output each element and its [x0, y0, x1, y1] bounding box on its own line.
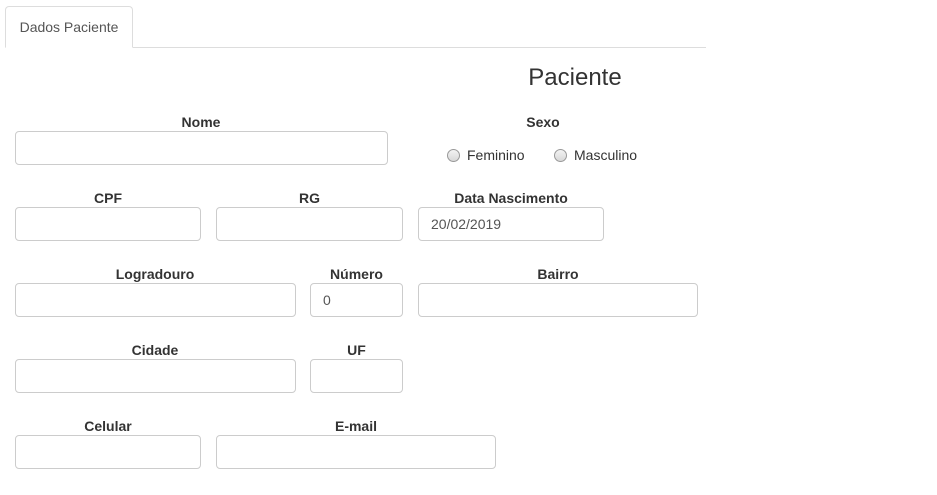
page-title: Paciente — [528, 64, 622, 91]
data-nascimento-label: Data Nascimento — [454, 190, 568, 206]
bairro-label: Bairro — [537, 266, 579, 282]
email-input[interactable] — [216, 435, 496, 469]
cidade-label: Cidade — [131, 342, 179, 358]
logradouro-input[interactable] — [15, 283, 296, 317]
radio-masculino[interactable]: Masculino — [554, 147, 637, 163]
numero-label: Número — [330, 266, 383, 282]
data-nascimento-input[interactable] — [418, 207, 604, 241]
cpf-label: CPF — [94, 190, 122, 206]
email-label: E-mail — [334, 418, 377, 434]
nome-input[interactable] — [15, 131, 388, 165]
celular-label: Celular — [84, 418, 132, 434]
nome-label: Nome — [181, 114, 221, 130]
uf-label: UF — [347, 342, 366, 358]
uf-input[interactable] — [310, 359, 403, 393]
cpf-input[interactable] — [15, 207, 201, 241]
radio-label: Masculino — [574, 147, 638, 163]
celular-input[interactable] — [15, 435, 201, 469]
radio-feminino[interactable]: Feminino — [447, 147, 525, 163]
radio-circle-icon[interactable] — [554, 148, 567, 162]
bairro-input[interactable] — [418, 283, 698, 317]
rg-label: RG — [299, 190, 320, 206]
radio-label: Feminino — [467, 147, 525, 163]
numero-input[interactable] — [310, 283, 403, 317]
logradouro-label: Logradouro — [115, 266, 195, 282]
rg-input[interactable] — [216, 207, 403, 241]
cidade-input[interactable] — [15, 359, 296, 393]
radio-circle-icon[interactable] — [447, 148, 460, 162]
tab-dados-paciente[interactable]: Dados Paciente — [5, 6, 133, 48]
sexo-label: Sexo — [526, 114, 560, 130]
